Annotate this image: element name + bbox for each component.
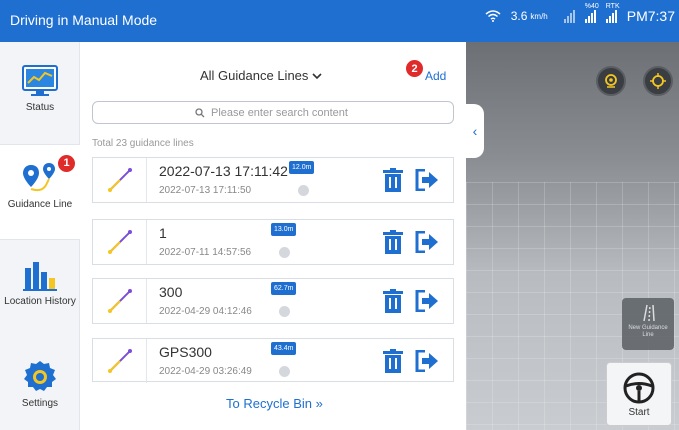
search-box[interactable] — [92, 101, 454, 124]
map-pin-route-icon — [23, 163, 55, 192]
speed-readout: 3.6 km/h — [511, 9, 548, 23]
apply-line-icon[interactable] — [415, 350, 439, 372]
apply-line-icon[interactable] — [415, 290, 439, 312]
guidance-line-icon — [93, 279, 147, 323]
new-guidance-line-button[interactable]: New Guidance Line — [622, 298, 674, 350]
total-count: Total 23 guidance lines — [92, 138, 194, 149]
line-name: GPS300 — [159, 344, 212, 360]
recenter-button[interactable] — [643, 66, 673, 96]
wifi-icon — [485, 10, 501, 22]
sidebar-item-label: Settings — [21, 398, 59, 409]
guidance-line-panel: All Guidance Lines 2 Add Total 23 guidan… — [80, 42, 466, 430]
guidance-line-icon — [93, 158, 147, 202]
line-length-badge: 13.0m — [271, 223, 297, 236]
step-badge: 2 — [406, 60, 423, 77]
satellite-signal-label: %40 — [584, 3, 599, 10]
list-item[interactable]: 1 2022-07-11 14:57:56 13.0m — [92, 219, 454, 265]
delete-icon[interactable] — [382, 168, 404, 192]
rtk-signal-label: RTK — [605, 3, 620, 10]
status-indicators: 3.6 km/h %40 RTK PM7:37 — [485, 3, 675, 24]
recycle-bin-label: To Recycle Bin — [226, 396, 312, 411]
apply-line-icon[interactable] — [415, 169, 439, 191]
notification-badge: 1 — [58, 155, 75, 172]
search-input[interactable] — [211, 106, 351, 119]
line-date: 2022-04-29 04:12:46 — [159, 306, 252, 317]
speed-unit: km/h — [530, 11, 548, 21]
globe-icon — [279, 247, 290, 258]
sidebar-item-guidance-line[interactable]: Guidance Line 1 — [0, 144, 80, 240]
delete-icon[interactable] — [382, 230, 404, 254]
location-pin-button[interactable] — [596, 66, 626, 96]
sidebar-item-label: Status — [25, 102, 55, 113]
start-button[interactable]: Start — [606, 362, 672, 426]
start-label: Start — [628, 406, 650, 418]
globe-icon — [279, 306, 290, 317]
status-bar: Driving in Manual Mode 3.6 km/h %40 RTK … — [0, 0, 679, 42]
chevron-left-icon: ‹ — [472, 123, 478, 139]
globe-icon — [279, 366, 290, 377]
delete-icon[interactable] — [382, 349, 404, 373]
line-date: 2022-07-13 17:11:50 — [159, 185, 252, 196]
list-item[interactable]: 300 2022-04-29 04:12:46 62.7m — [92, 278, 454, 324]
steering-wheel-icon — [623, 372, 655, 403]
double-chevron-right-icon: » — [315, 396, 323, 411]
line-name: 1 — [159, 225, 167, 241]
apply-line-icon[interactable] — [415, 231, 439, 253]
sidebar-item-location-history[interactable]: Location History — [0, 258, 80, 338]
search-icon — [195, 107, 205, 117]
sidebar-item-settings[interactable]: Settings — [0, 360, 80, 422]
sidebar-item-label: Guidance Line — [7, 199, 73, 210]
clock: PM7:37 — [626, 8, 675, 24]
chevron-down-icon — [312, 72, 322, 79]
globe-icon — [298, 185, 309, 196]
rtk-signal-icon: RTK — [605, 3, 620, 23]
cell-signal-icon — [563, 9, 575, 23]
line-name: 2022-07-13 17:11:42 — [159, 163, 288, 179]
list-item[interactable]: GPS300 2022-04-29 03:26:49 43.4m — [92, 338, 454, 383]
new-guidance-line-label: New Guidance Line — [628, 325, 668, 338]
line-length-badge: 62.7m — [271, 282, 297, 295]
line-date: 2022-04-29 03:26:49 — [159, 366, 252, 377]
sidebar: Status Guidance Line 1 Location History … — [0, 42, 80, 430]
collapse-panel-button[interactable]: ‹ — [466, 104, 484, 158]
monitor-chart-icon — [22, 65, 58, 96]
sidebar-item-status[interactable]: Status — [0, 64, 80, 144]
add-button[interactable]: Add — [425, 69, 446, 83]
list-item[interactable]: 2022-07-13 17:11:42 2022-07-13 17:11:50 … — [92, 157, 454, 203]
filter-dropdown[interactable]: All Guidance Lines — [200, 68, 322, 83]
delete-icon[interactable] — [382, 289, 404, 313]
filter-label: All Guidance Lines — [200, 68, 309, 83]
guidance-line-icon — [93, 339, 147, 383]
line-date: 2022-07-11 14:57:56 — [159, 247, 252, 258]
speed-value: 3.6 — [510, 9, 528, 23]
line-length-badge: 43.4m — [271, 342, 297, 355]
mode-title: Driving in Manual Mode — [10, 12, 158, 28]
gear-icon — [24, 361, 56, 391]
sidebar-item-label: Location History — [4, 296, 76, 307]
recycle-bin-link[interactable]: To Recycle Bin » — [226, 396, 323, 411]
guidance-lines-icon — [643, 304, 655, 322]
satellite-signal-icon: %40 — [584, 3, 599, 23]
bar-chart-icon — [23, 262, 57, 291]
line-length-badge: 12.0m — [289, 161, 315, 174]
guidance-line-icon — [93, 220, 147, 264]
line-name: 300 — [159, 284, 183, 300]
crosshair-icon — [650, 73, 666, 89]
location-pin-icon — [605, 74, 617, 88]
